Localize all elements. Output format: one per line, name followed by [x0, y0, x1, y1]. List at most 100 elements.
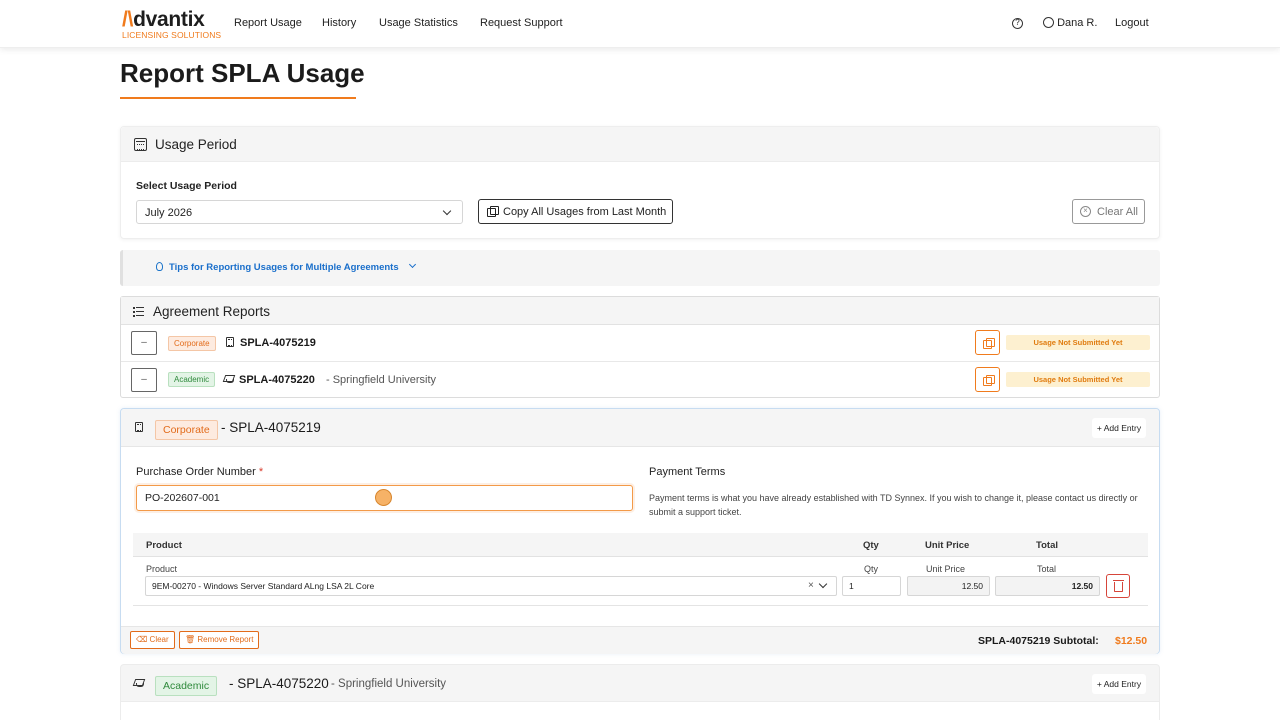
- brand-name: /\dvantix: [122, 8, 205, 32]
- trash-icon: [1113, 580, 1124, 592]
- copy-icon: [983, 375, 995, 386]
- col-unit-price: Unit Price: [925, 540, 970, 551]
- list-icon: [133, 307, 144, 317]
- chevron-down-icon: [818, 579, 828, 589]
- add-entry-button[interactable]: + Add Entry: [1092, 418, 1146, 438]
- corporate-badge: Corporate: [168, 336, 216, 351]
- top-navbar: /\dvantix LICENSING SOLUTIONS Report Usa…: [0, 0, 1280, 48]
- page-title: Report SPLA Usage: [120, 58, 365, 88]
- academic-report-body: [120, 702, 1160, 720]
- add-entry-button[interactable]: + Add Entry: [1092, 674, 1146, 694]
- user-menu[interactable]: Dana R.: [1043, 17, 1097, 29]
- total-field-label: Total: [1037, 564, 1057, 574]
- delete-entry-button[interactable]: [1106, 574, 1130, 598]
- brand-logo[interactable]: /\dvantix LICENSING SOLUTIONS: [122, 8, 221, 40]
- col-total: Total: [1036, 540, 1058, 551]
- chevron-down-icon: [408, 260, 417, 269]
- agreement-code: SPLA-4075220: [239, 374, 315, 386]
- product-field-label: Product: [146, 564, 178, 574]
- po-number-value: PO-202607-001: [145, 492, 220, 504]
- usage-period-value: July 2026: [145, 207, 193, 219]
- collapse-button[interactable]: –: [131, 331, 157, 355]
- agreement-reports-card: Agreement Reports – Corporate SPLA-40752…: [120, 296, 1160, 398]
- close-circle-icon: ×: [1080, 206, 1091, 217]
- product-value: 9EM-00270 - Windows Server Standard ALng…: [152, 581, 375, 591]
- po-number-label-text: Purchase Order Number: [136, 466, 256, 478]
- corporate-report-footer: ⌫ Clear 🗑 Remove Report SPLA-4075219 Sub…: [121, 626, 1159, 654]
- status-badge: Usage Not Submitted Yet: [1006, 335, 1150, 350]
- nav-request-support[interactable]: Request Support: [480, 17, 563, 29]
- unit-price-field-label: Unit Price: [926, 564, 966, 574]
- remove-report-label: Remove Report: [197, 635, 254, 644]
- usage-period-title: Usage Period: [155, 137, 237, 152]
- agreement-institution: - Springfield University: [326, 374, 437, 386]
- po-number-label: Purchase Order Number *: [136, 466, 263, 478]
- subtotal-label: SPLA-4075219 Subtotal:: [978, 635, 1099, 647]
- chevron-down-icon: [442, 206, 452, 216]
- copy-icon: [983, 338, 995, 349]
- usage-period-label: Select Usage Period: [136, 180, 237, 192]
- title-underline: [120, 97, 356, 99]
- report-code: - SPLA-4075220: [229, 676, 329, 691]
- lightbulb-icon: [156, 262, 163, 271]
- usage-period-select[interactable]: July 2026: [136, 200, 463, 224]
- qty-field-label: Qty: [864, 564, 879, 574]
- clear-all-button[interactable]: × Clear All: [1072, 199, 1145, 224]
- payment-terms-label: Payment Terms: [649, 466, 726, 478]
- clear-button-label: Clear: [149, 635, 169, 644]
- building-icon: [226, 337, 234, 347]
- product-select[interactable]: 9EM-00270 - Windows Server Standard ALng…: [145, 576, 837, 596]
- usage-period-card: Usage Period Select Usage Period July 20…: [120, 126, 1160, 239]
- building-icon: [135, 422, 143, 432]
- corporate-report-section: Corporate - SPLA-4075219 + Add Entry Pur…: [120, 408, 1160, 654]
- calendar-icon: [134, 138, 147, 151]
- agreement-reports-title: Agreement Reports: [153, 304, 271, 319]
- clear-button[interactable]: ⌫ Clear: [130, 631, 175, 649]
- copy-agreement-button[interactable]: [975, 330, 1000, 355]
- corporate-report-header: Corporate - SPLA-4075219 + Add Entry: [121, 409, 1159, 447]
- copy-icon: [487, 206, 499, 217]
- agreement-row[interactable]: – Academic SPLA-4075220 - Springfield Un…: [121, 362, 1159, 399]
- qty-value: 1: [849, 581, 854, 591]
- col-product: Product: [146, 540, 182, 551]
- product-table: Product Qty Unit Price Total Product Qty…: [133, 533, 1148, 606]
- report-institution: - Springfield University: [331, 678, 447, 690]
- logout-link[interactable]: Logout: [1115, 17, 1149, 29]
- copy-all-usages-label: Copy All Usages from Last Month: [503, 206, 667, 218]
- academic-badge: Academic: [155, 676, 218, 696]
- agreement-code: SPLA-4075219: [240, 337, 316, 349]
- unit-price-field: 12.50: [907, 576, 990, 596]
- col-qty: Qty: [863, 540, 879, 551]
- user-name: Dana R.: [1057, 17, 1098, 29]
- brand-mark: /\: [122, 8, 134, 31]
- cursor-indicator: [375, 489, 392, 506]
- remove-report-button[interactable]: 🗑 Remove Report: [179, 631, 260, 649]
- nav-usage-statistics[interactable]: Usage Statistics: [379, 17, 458, 29]
- unit-price-value: 12.50: [961, 581, 983, 591]
- user-circle-icon: [1043, 17, 1054, 28]
- question-circle-icon[interactable]: ?: [1012, 18, 1023, 29]
- nav-report-usage[interactable]: Report Usage: [234, 17, 302, 29]
- clear-all-label: Clear All: [1097, 206, 1138, 218]
- usage-period-header: Usage Period: [121, 127, 1159, 162]
- copy-agreement-button[interactable]: [975, 367, 1000, 392]
- graduation-cap-icon: [133, 678, 145, 688]
- brand-name-text: dvantix: [133, 8, 205, 31]
- required-marker: *: [258, 466, 264, 478]
- clear-selection-icon[interactable]: ×: [808, 580, 814, 591]
- nav-history[interactable]: History: [322, 17, 356, 29]
- tips-bar: Tips for Reporting Usages for Multiple A…: [120, 250, 1160, 286]
- status-badge: Usage Not Submitted Yet: [1006, 372, 1150, 387]
- brand-subtitle: LICENSING SOLUTIONS: [122, 30, 222, 40]
- academic-badge: Academic: [168, 372, 216, 387]
- report-code: - SPLA-4075219: [221, 420, 321, 435]
- collapse-button[interactable]: –: [131, 368, 157, 392]
- tips-toggle[interactable]: Tips for Reporting Usages for Multiple A…: [169, 262, 399, 273]
- total-value: 12.50: [1071, 581, 1093, 591]
- copy-all-usages-button[interactable]: Copy All Usages from Last Month: [478, 199, 673, 224]
- agreement-reports-header: Agreement Reports: [121, 297, 1159, 325]
- qty-input[interactable]: 1: [842, 576, 901, 596]
- agreement-row[interactable]: – Corporate SPLA-4075219 Usage Not Submi…: [121, 325, 1159, 362]
- total-field: 12.50: [995, 576, 1100, 596]
- academic-report-header: Academic - SPLA-4075220 - Springfield Un…: [120, 664, 1160, 702]
